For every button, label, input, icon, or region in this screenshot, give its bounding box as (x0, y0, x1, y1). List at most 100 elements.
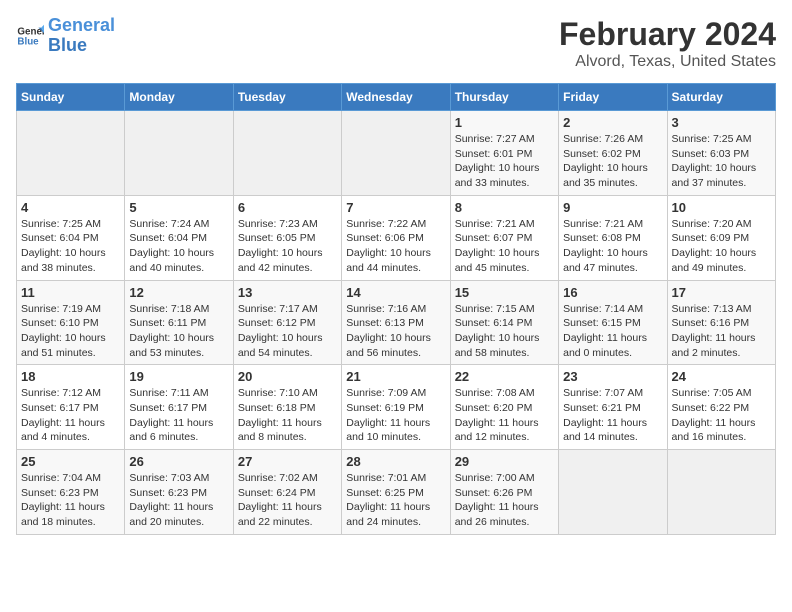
day-info: Sunrise: 7:11 AMSunset: 6:17 PMDaylight:… (129, 386, 228, 445)
calendar-cell: 17Sunrise: 7:13 AMSunset: 6:16 PMDayligh… (667, 280, 775, 365)
svg-text:Blue: Blue (17, 36, 39, 47)
calendar-cell: 23 Sunrise: 7:07 AMSunset: 6:21 PMDayligh… (559, 365, 667, 450)
calendar-week-4: 18Sunrise: 7:12 AMSunset: 6:17 PMDayligh… (17, 365, 776, 450)
day-info: Sunrise: 7:13 AMSunset: 6:16 PMDaylight:… (672, 302, 771, 361)
day-info: Sunrise: 7:05 AMSunset: 6:22 PMDaylight:… (672, 386, 771, 445)
day-number: 26 (129, 454, 228, 469)
day-info: Sunrise: 7:19 AMSunset: 6:10 PMDaylight:… (21, 302, 120, 361)
day-info: Sunrise: 7:08 AMSunset: 6:20 PMDaylight:… (455, 386, 554, 445)
day-number: 11 (21, 285, 120, 300)
day-number: 2 (563, 115, 662, 130)
logo-icon: General Blue (16, 22, 44, 50)
day-number: 29 (455, 454, 554, 469)
weekday-header-sunday: Sunday (17, 84, 125, 111)
day-number: 23 (563, 369, 662, 384)
logo: General Blue General Blue (16, 16, 115, 56)
day-number: 28 (346, 454, 445, 469)
calendar-cell: 8 Sunrise: 7:21 AMSunset: 6:07 PMDaylight… (450, 195, 558, 280)
page-header: General Blue General Blue February 2024 … (16, 16, 776, 71)
weekday-header-saturday: Saturday (667, 84, 775, 111)
calendar-cell: 4Sunrise: 7:25 AMSunset: 6:04 PMDaylight… (17, 195, 125, 280)
calendar-cell: 1Sunrise: 7:27 AMSunset: 6:01 PMDaylight… (450, 111, 558, 196)
weekday-header-tuesday: Tuesday (233, 84, 341, 111)
calendar-cell: 15 Sunrise: 7:15 AMSunset: 6:14 PMDayligh… (450, 280, 558, 365)
calendar-cell: 25Sunrise: 7:04 AMSunset: 6:23 PMDayligh… (17, 450, 125, 535)
day-info: Sunrise: 7:03 AMSunset: 6:23 PMDaylight:… (129, 471, 228, 530)
day-number: 19 (129, 369, 228, 384)
calendar-week-2: 4Sunrise: 7:25 AMSunset: 6:04 PMDaylight… (17, 195, 776, 280)
calendar-cell: 13 Sunrise: 7:17 AMSunset: 6:12 PMDayligh… (233, 280, 341, 365)
calendar-week-3: 11 Sunrise: 7:19 AMSunset: 6:10 PMDayligh… (17, 280, 776, 365)
calendar-cell (559, 450, 667, 535)
calendar-week-1: 1Sunrise: 7:27 AMSunset: 6:01 PMDaylight… (17, 111, 776, 196)
weekday-header-friday: Friday (559, 84, 667, 111)
day-number: 13 (238, 285, 337, 300)
day-number: 3 (672, 115, 771, 130)
calendar-cell: 9 Sunrise: 7:21 AMSunset: 6:08 PMDaylight… (559, 195, 667, 280)
weekday-header-thursday: Thursday (450, 84, 558, 111)
day-info: Sunrise: 7:04 AMSunset: 6:23 PMDaylight:… (21, 471, 120, 530)
day-number: 18 (21, 369, 120, 384)
calendar-cell: 3 Sunrise: 7:25 AMSunset: 6:03 PMDaylight… (667, 111, 775, 196)
title-area: February 2024 Alvord, Texas, United Stat… (559, 16, 776, 71)
day-info: Sunrise: 7:15 AMSunset: 6:14 PMDaylight:… (455, 302, 554, 361)
day-info: Sunrise: 7:25 AMSunset: 6:04 PMDaylight:… (21, 217, 120, 276)
page-subtitle: Alvord, Texas, United States (559, 53, 776, 71)
day-info: Sunrise: 7:18 AMSunset: 6:11 PMDaylight:… (129, 302, 228, 361)
calendar-cell: 7 Sunrise: 7:22 AMSunset: 6:06 PMDaylight… (342, 195, 450, 280)
day-number: 24 (672, 369, 771, 384)
day-info: Sunrise: 7:09 AMSunset: 6:19 PMDaylight:… (346, 386, 445, 445)
day-number: 14 (346, 285, 445, 300)
day-info: Sunrise: 7:00 AMSunset: 6:26 PMDaylight:… (455, 471, 554, 530)
day-number: 5 (129, 200, 228, 215)
calendar-cell: 19 Sunrise: 7:11 AMSunset: 6:17 PMDayligh… (125, 365, 233, 450)
calendar-cell (667, 450, 775, 535)
calendar-cell (17, 111, 125, 196)
calendar-header: SundayMondayTuesdayWednesdayThursdayFrid… (17, 84, 776, 111)
day-number: 1 (455, 115, 554, 130)
calendar-body: 1Sunrise: 7:27 AMSunset: 6:01 PMDaylight… (17, 111, 776, 535)
calendar-cell (342, 111, 450, 196)
day-info: Sunrise: 7:23 AMSunset: 6:05 PMDaylight:… (238, 217, 337, 276)
day-number: 22 (455, 369, 554, 384)
day-number: 16 (563, 285, 662, 300)
calendar-cell: 21 Sunrise: 7:09 AMSunset: 6:19 PMDayligh… (342, 365, 450, 450)
calendar-week-5: 25Sunrise: 7:04 AMSunset: 6:23 PMDayligh… (17, 450, 776, 535)
day-number: 8 (455, 200, 554, 215)
day-number: 6 (238, 200, 337, 215)
day-number: 9 (563, 200, 662, 215)
calendar-cell: 16 Sunrise: 7:14 AMSunset: 6:15 PMDayligh… (559, 280, 667, 365)
day-info: Sunrise: 7:07 AMSunset: 6:21 PMDaylight:… (563, 386, 662, 445)
day-info: Sunrise: 7:10 AMSunset: 6:18 PMDaylight:… (238, 386, 337, 445)
calendar-cell: 2Sunrise: 7:26 AMSunset: 6:02 PMDaylight… (559, 111, 667, 196)
calendar-cell: 12 Sunrise: 7:18 AMSunset: 6:11 PMDayligh… (125, 280, 233, 365)
calendar-cell: 28 Sunrise: 7:01 AMSunset: 6:25 PMDayligh… (342, 450, 450, 535)
day-info: Sunrise: 7:17 AMSunset: 6:12 PMDaylight:… (238, 302, 337, 361)
day-info: Sunrise: 7:22 AMSunset: 6:06 PMDaylight:… (346, 217, 445, 276)
day-info: Sunrise: 7:01 AMSunset: 6:25 PMDaylight:… (346, 471, 445, 530)
day-number: 21 (346, 369, 445, 384)
calendar-cell: 10Sunrise: 7:20 AMSunset: 6:09 PMDayligh… (667, 195, 775, 280)
calendar-cell: 14 Sunrise: 7:16 AMSunset: 6:13 PMDayligh… (342, 280, 450, 365)
calendar-cell: 20 Sunrise: 7:10 AMSunset: 6:18 PMDayligh… (233, 365, 341, 450)
day-info: Sunrise: 7:16 AMSunset: 6:13 PMDaylight:… (346, 302, 445, 361)
weekday-header-wednesday: Wednesday (342, 84, 450, 111)
day-number: 15 (455, 285, 554, 300)
day-number: 27 (238, 454, 337, 469)
day-info: Sunrise: 7:14 AMSunset: 6:15 PMDaylight:… (563, 302, 662, 361)
day-info: Sunrise: 7:20 AMSunset: 6:09 PMDaylight:… (672, 217, 771, 276)
day-info: Sunrise: 7:21 AMSunset: 6:07 PMDaylight:… (455, 217, 554, 276)
logo-text: General Blue (48, 16, 115, 56)
calendar-cell: 5Sunrise: 7:24 AMSunset: 6:04 PMDaylight… (125, 195, 233, 280)
calendar-cell: 24 Sunrise: 7:05 AMSunset: 6:22 PMDayligh… (667, 365, 775, 450)
calendar-cell: 18Sunrise: 7:12 AMSunset: 6:17 PMDayligh… (17, 365, 125, 450)
day-number: 12 (129, 285, 228, 300)
calendar-cell: 22 Sunrise: 7:08 AMSunset: 6:20 PMDayligh… (450, 365, 558, 450)
day-info: Sunrise: 7:21 AMSunset: 6:08 PMDaylight:… (563, 217, 662, 276)
day-info: Sunrise: 7:25 AMSunset: 6:03 PMDaylight:… (672, 132, 771, 191)
day-number: 20 (238, 369, 337, 384)
calendar-table: SundayMondayTuesdayWednesdayThursdayFrid… (16, 83, 776, 535)
calendar-cell (125, 111, 233, 196)
calendar-cell: 11 Sunrise: 7:19 AMSunset: 6:10 PMDayligh… (17, 280, 125, 365)
day-number: 7 (346, 200, 445, 215)
